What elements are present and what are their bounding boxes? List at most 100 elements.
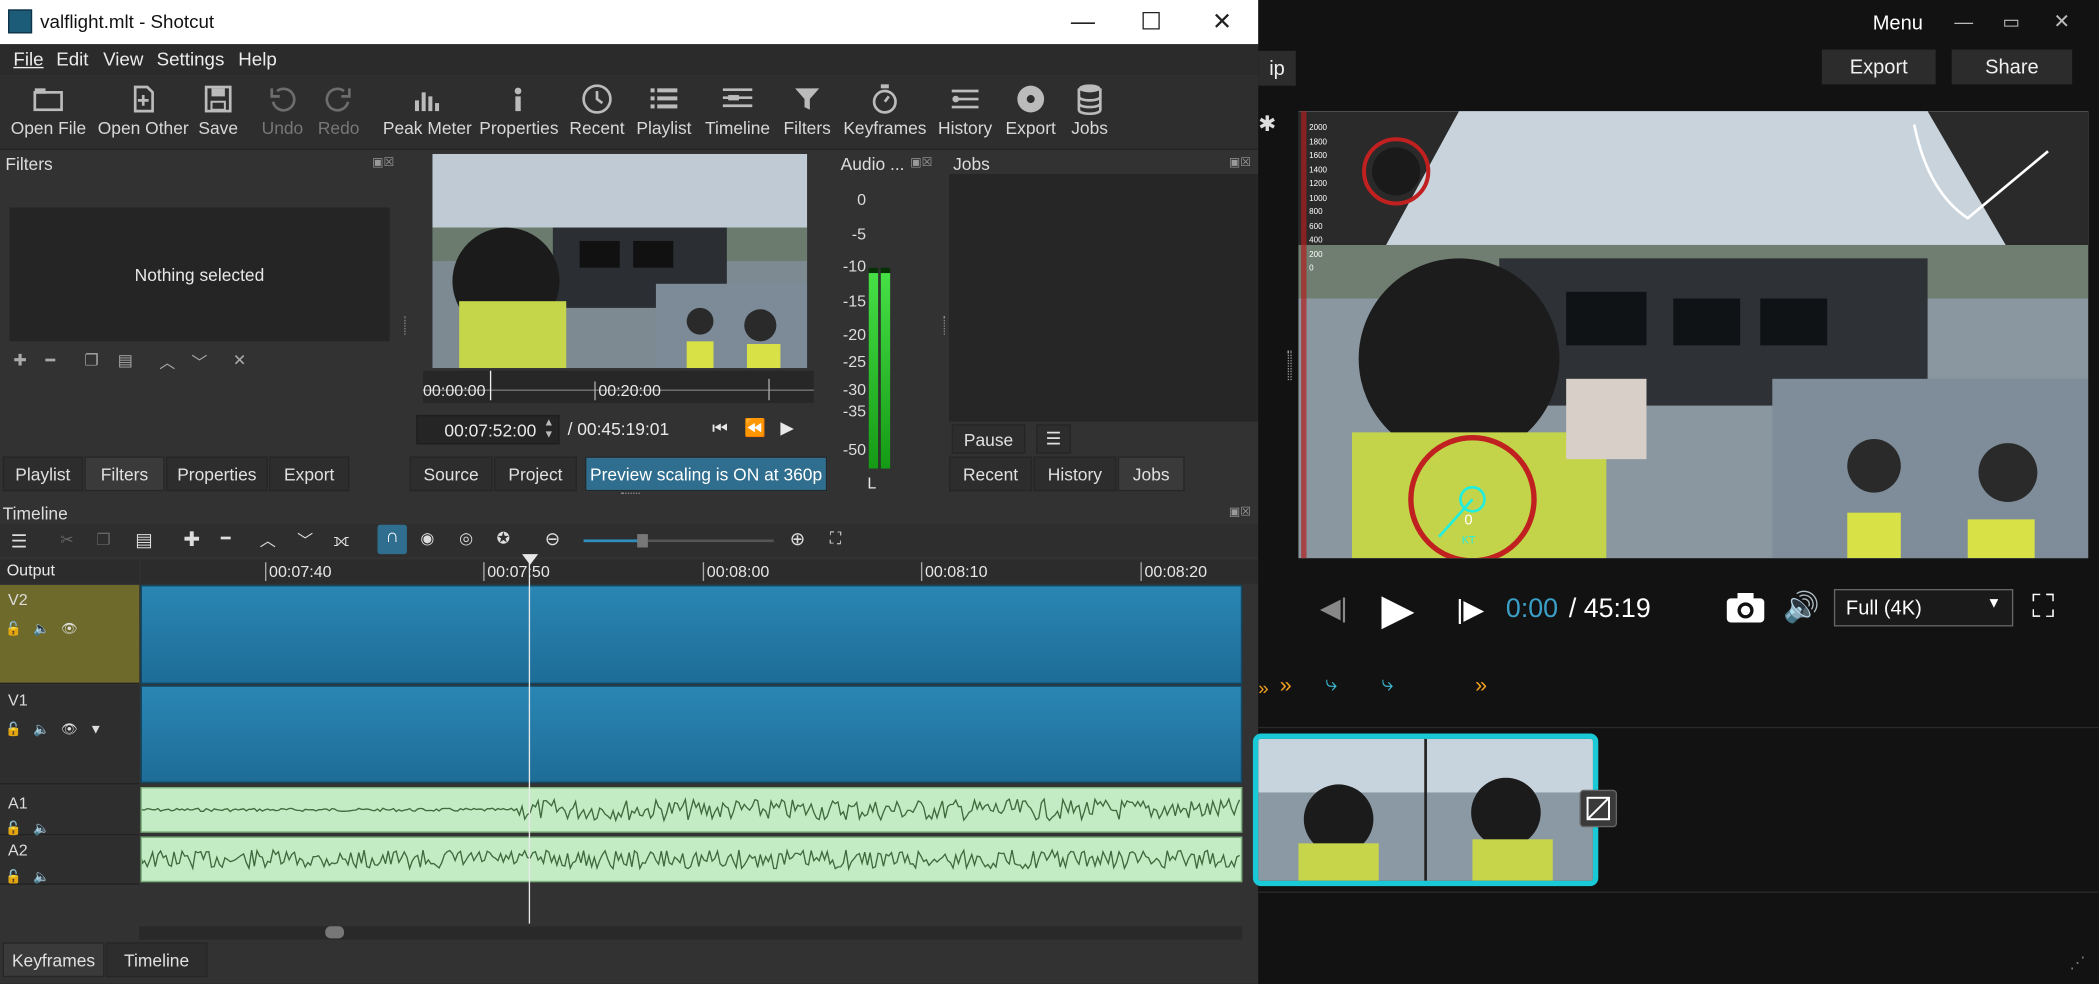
settings-gear-icon[interactable]: ✱ (1258, 111, 1276, 138)
export-button[interactable]: Export (1004, 80, 1058, 138)
app-export-button[interactable]: Export (1821, 49, 1936, 85)
tab-properties[interactable]: Properties (165, 456, 268, 492)
zoom-slider-handle[interactable] (637, 534, 648, 548)
playlist-button[interactable]: Playlist (636, 80, 692, 138)
zoom-fit-icon[interactable]: ⛶ (830, 529, 841, 549)
volume-icon[interactable]: 🔊 (1783, 590, 1820, 625)
jobs-splitter-handle[interactable] (943, 315, 947, 335)
menu-view[interactable]: View (103, 48, 143, 69)
tab-project[interactable]: Project (493, 456, 577, 492)
timeline-ruler[interactable]: 00:07:40 00:07:50 00:08:00 00:08:10 00:0… (140, 559, 1259, 584)
paste-filter-icon[interactable]: ▤ (118, 351, 133, 370)
maximize-button[interactable]: ☐ (1120, 0, 1182, 44)
track-v1-controls[interactable]: 🔓 🔈 👁 ▼ (5, 723, 102, 738)
tab-history[interactable]: History (1033, 456, 1117, 492)
split-icon[interactable]: ⟗ (333, 529, 349, 552)
keyframes-button[interactable]: Keyframes (843, 80, 926, 138)
cut-icon[interactable]: ✂ (60, 530, 73, 549)
move-up-icon[interactable]: ︿ (159, 351, 175, 374)
player-ruler[interactable]: 00:00:00 00:20:00 (422, 370, 814, 403)
transition-icon-3[interactable]: » (1475, 675, 1487, 699)
open-file-button[interactable]: Open File (11, 80, 86, 138)
lift-icon[interactable]: ︿ (260, 529, 276, 552)
ripple-delete-icon[interactable]: ━ (221, 529, 231, 548)
tab-playlist[interactable]: Playlist (2, 456, 83, 492)
timeline-button[interactable]: Timeline (704, 80, 771, 138)
resize-grip-icon[interactable]: ⋰ (2069, 953, 2085, 972)
app-splitter-handle[interactable] (1287, 350, 1292, 381)
app-share-button[interactable]: Share (1951, 49, 2073, 85)
redo-button[interactable]: Redo (316, 80, 362, 138)
filters-button[interactable]: Filters (782, 80, 833, 138)
minimize-button[interactable]: — (1052, 0, 1114, 44)
timeline-scrollbar[interactable] (139, 926, 1243, 940)
horizontal-splitter[interactable] (621, 492, 640, 494)
properties-button[interactable]: Properties (479, 80, 559, 138)
transition-icon-2[interactable]: » (1280, 675, 1292, 699)
undo-button[interactable]: Undo (260, 80, 306, 138)
track-head-a1[interactable]: A1 🔓 🔈 (0, 785, 140, 837)
peak-meter-button[interactable]: Peak Meter (383, 80, 472, 138)
preview-scaling-button[interactable]: Preview scaling is ON at 360p (584, 456, 828, 492)
track-a1-controls[interactable]: 🔓 🔈 (5, 822, 50, 837)
jobs-menu-icon[interactable]: ☰ (1036, 424, 1071, 454)
player-preview[interactable] (432, 153, 808, 369)
app-close-button[interactable]: ✕ (2053, 9, 2070, 34)
close-button[interactable]: ✕ (1191, 0, 1253, 44)
timeline-menu-icon[interactable]: ☰ (11, 530, 28, 553)
copy-filter-icon[interactable]: ❐ (84, 351, 98, 370)
track-v2-controls[interactable]: 🔓 🔈 👁 (5, 622, 78, 637)
pause-button[interactable]: Pause (951, 424, 1026, 454)
append-icon[interactable]: ✚ (183, 527, 200, 552)
history-button[interactable]: History (936, 80, 995, 138)
timeline-playhead-marker[interactable] (522, 554, 539, 565)
tab-export[interactable]: Export (269, 456, 350, 492)
menu-help[interactable]: Help (238, 48, 277, 69)
overwrite-icon[interactable]: ﹀ (297, 529, 313, 552)
motion-icon-1[interactable]: ⤷ (1325, 673, 1337, 697)
quality-select[interactable]: Full (4K) ▼ (1833, 588, 2014, 627)
app-play-icon[interactable]: ▶ (1381, 584, 1414, 635)
track-head-v2[interactable]: V2 🔓 🔈 👁 (0, 584, 140, 685)
tab-keyframes[interactable]: Keyframes (2, 942, 105, 978)
current-time-field[interactable]: 00:07:52:00 (416, 414, 560, 445)
snap-magnet-icon[interactable]: ∩ (377, 524, 407, 555)
track-head-v1[interactable]: V1 🔓 🔈 👁 ▼ (0, 685, 140, 785)
remove-filter-icon[interactable]: ━ (46, 351, 56, 370)
timeline-scroll-thumb[interactable] (325, 926, 345, 939)
recent-button[interactable]: Recent (568, 80, 627, 138)
zoom-slider[interactable] (583, 534, 774, 548)
open-other-button[interactable]: Open Other (96, 80, 190, 138)
splitter-handle[interactable] (404, 315, 407, 335)
audio-dock-buttons[interactable]: ▣☒ (910, 155, 932, 170)
add-filter-icon[interactable]: ✚ (13, 351, 26, 370)
clip-v1[interactable] (140, 685, 1243, 784)
menu-settings[interactable]: Settings (157, 48, 225, 69)
selected-clip-thumbnail[interactable] (1252, 733, 1599, 887)
menu-file[interactable]: File (13, 48, 43, 69)
skip-previous-icon[interactable]: ⏮ (712, 418, 728, 439)
ripple-all-icon[interactable]: ✪ (497, 529, 510, 548)
move-down-icon[interactable]: ﹀ (191, 351, 207, 374)
tab-filters[interactable]: Filters (84, 456, 165, 492)
ripple-icon[interactable]: ◎ (459, 529, 473, 548)
tab-timeline[interactable]: Timeline (105, 942, 208, 978)
transition-icon-1[interactable]: » (1258, 677, 1268, 698)
filters-dock-buttons[interactable]: ▣☒ (372, 155, 394, 170)
fullscreen-icon[interactable]: ⛶ (2032, 589, 2055, 626)
menu-edit[interactable]: Edit (56, 48, 88, 69)
frame-back-icon[interactable]: ◀| (1320, 592, 1348, 625)
save-button[interactable]: Save (195, 80, 241, 138)
jobs-dock-buttons[interactable]: ▣☒ (1229, 155, 1251, 170)
clip-v2[interactable] (140, 584, 1243, 685)
motion-icon-2[interactable]: ⤷ (1381, 673, 1393, 697)
track-a2-controls[interactable]: 🔓 🔈 (5, 870, 50, 883)
timeline-dock-buttons[interactable]: ▣☒ (1229, 505, 1251, 520)
tab-recent[interactable]: Recent (949, 456, 1033, 492)
app-maximize-button[interactable]: ▭ (2003, 11, 2021, 34)
scrub-icon[interactable]: ◉ (420, 529, 434, 548)
track-head-a2[interactable]: A2 🔓 🔈 (0, 836, 140, 885)
app-menu[interactable]: Menu (1873, 12, 1923, 35)
jobs-button[interactable]: Jobs (1068, 80, 1111, 138)
zoom-in-icon[interactable]: ⊕ (790, 527, 806, 550)
